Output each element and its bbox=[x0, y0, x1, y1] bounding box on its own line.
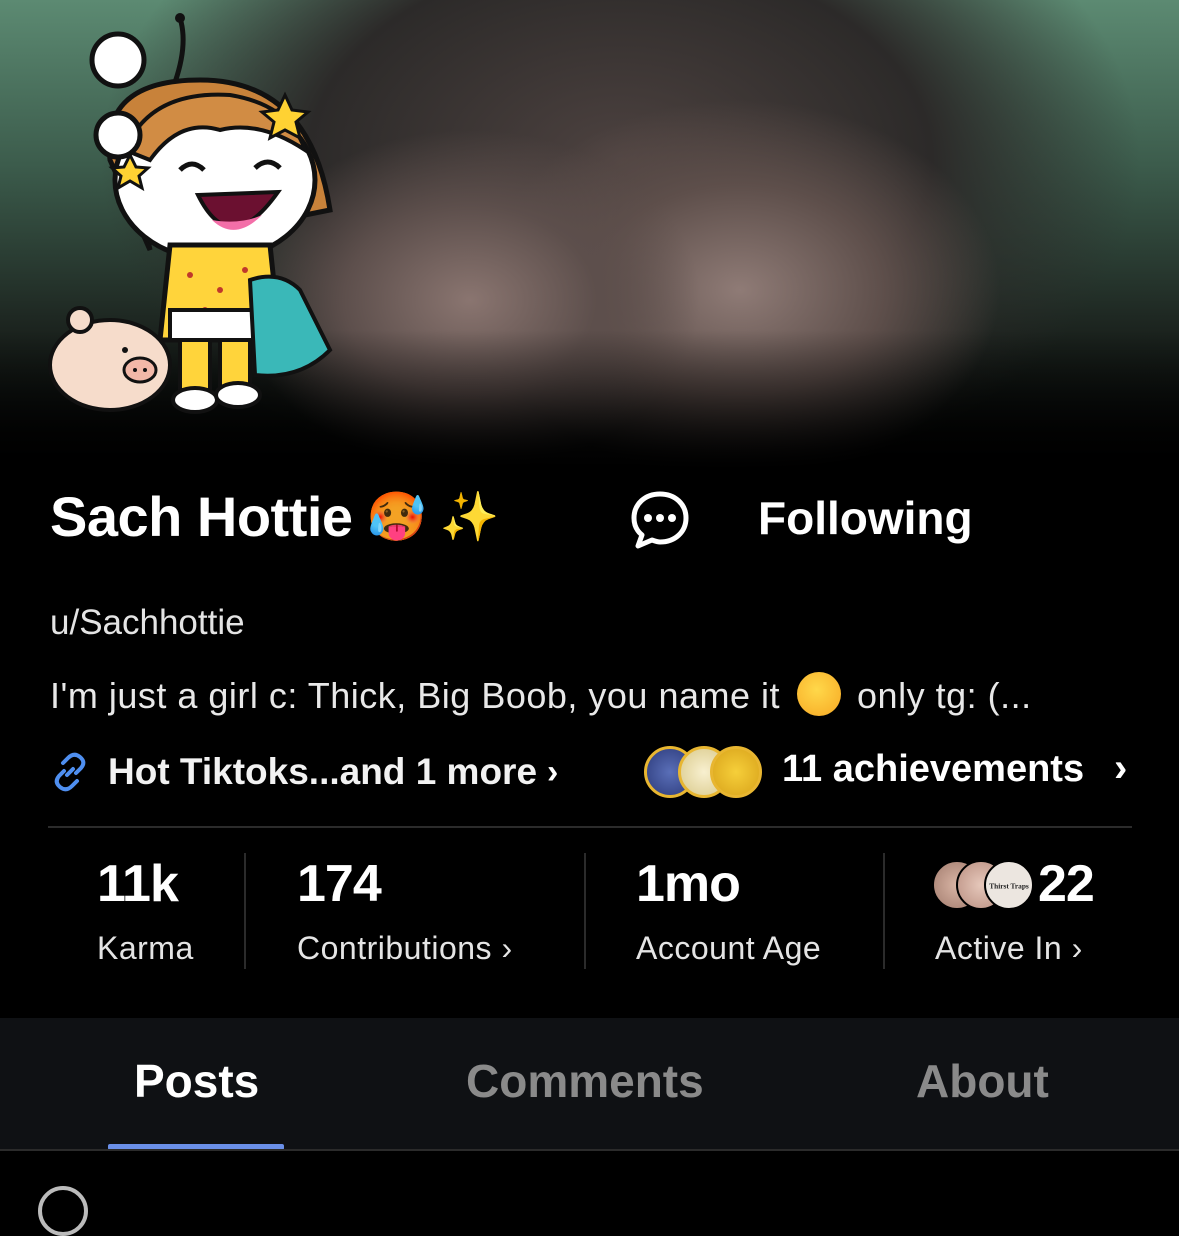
stat-separator bbox=[584, 853, 586, 969]
chevron-right-icon[interactable]: › bbox=[1114, 746, 1127, 791]
stat-separator bbox=[883, 853, 885, 969]
divider bbox=[48, 826, 1132, 828]
bio-part-1: I'm just a girl c: Thick, Big Boob, you … bbox=[50, 675, 780, 716]
chevron-right-icon: › bbox=[547, 752, 559, 791]
chevron-right-icon: › bbox=[501, 930, 513, 966]
bio-text[interactable]: I'm just a girl c: Thick, Big Boob, you … bbox=[50, 672, 1160, 717]
profile-tabs: Posts Comments About bbox=[0, 1018, 1179, 1150]
active-in-avatars: Thirst Traps bbox=[932, 860, 1034, 912]
stat-active-in[interactable]: Active In › bbox=[935, 930, 1083, 967]
chevron-right-icon: › bbox=[1071, 930, 1083, 966]
tab-comments[interactable]: Comments bbox=[466, 1054, 704, 1108]
chat-bubble-icon[interactable] bbox=[628, 488, 692, 552]
name-emoji: 🥵 ✨ bbox=[366, 490, 500, 544]
username: u/Sachhottie bbox=[50, 603, 245, 642]
karma-label: Karma bbox=[97, 930, 194, 966]
contributions-label: Contributions › bbox=[297, 930, 513, 966]
following-button[interactable]: Following bbox=[758, 488, 973, 548]
stat-account-age: 1mo Account Age bbox=[636, 852, 821, 967]
stat-karma: 11k Karma bbox=[97, 852, 194, 967]
stat-separator bbox=[244, 853, 246, 969]
community-avatar-text: Thirst Traps bbox=[989, 882, 1029, 891]
achievement-badge-icon bbox=[710, 746, 762, 798]
active-in-label: Active In › bbox=[935, 930, 1083, 966]
tab-posts[interactable]: Posts bbox=[134, 1054, 259, 1108]
wink-emoji-icon bbox=[796, 672, 841, 716]
sort-icon[interactable] bbox=[38, 1186, 88, 1236]
achievement-badges[interactable] bbox=[644, 744, 764, 800]
account-age-value: 1mo bbox=[636, 855, 741, 913]
karma-value: 11k bbox=[97, 855, 179, 913]
profile-avatar[interactable] bbox=[40, 10, 350, 430]
stat-contributions[interactable]: 174 Contributions › bbox=[297, 852, 513, 967]
link-icon bbox=[54, 752, 86, 792]
contributions-value: 174 bbox=[297, 855, 382, 913]
tab-about[interactable]: About bbox=[916, 1054, 1049, 1108]
community-avatar-icon: Thirst Traps bbox=[984, 860, 1034, 910]
name-row: Sach Hottie 🥵 ✨ bbox=[50, 480, 499, 552]
display-name: Sach Hottie bbox=[50, 484, 353, 548]
achievements-label[interactable]: 11 achievements bbox=[782, 748, 1084, 791]
links-label: Hot Tiktoks...and 1 more bbox=[108, 751, 538, 792]
bio-part-2: only tg: (... bbox=[857, 675, 1032, 716]
social-links-button[interactable]: Hot Tiktoks...and 1 more › bbox=[50, 744, 558, 800]
account-age-label: Account Age bbox=[636, 930, 822, 966]
active-in-value: 22 bbox=[1038, 855, 1095, 913]
tabs-divider bbox=[0, 1149, 1179, 1151]
stat-active-in-number[interactable]: 22 bbox=[1038, 852, 1095, 916]
